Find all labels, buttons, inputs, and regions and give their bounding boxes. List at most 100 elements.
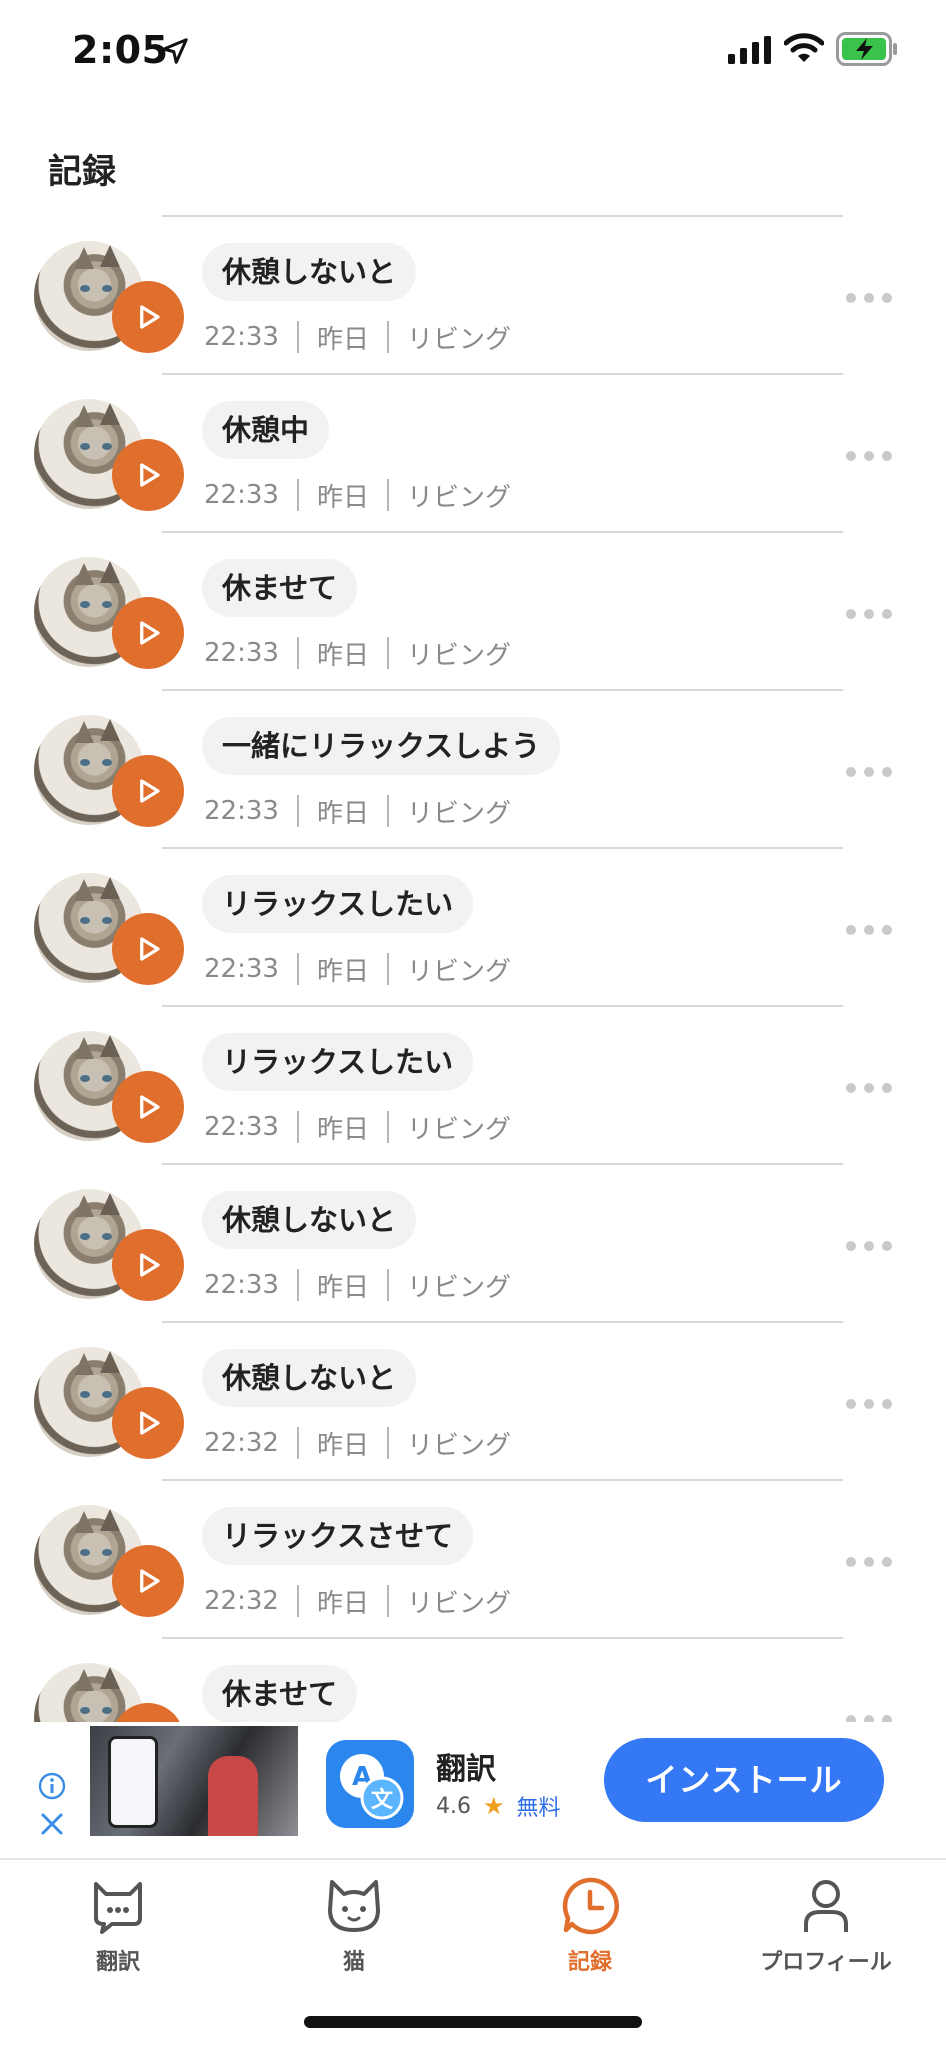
play-icon (140, 1253, 160, 1277)
translate-app-icon[interactable]: A 文 (326, 1740, 414, 1828)
more-options-icon[interactable] (846, 1081, 892, 1095)
record-time: 22:33 (204, 796, 279, 826)
home-indicator[interactable] (304, 2016, 642, 2028)
record-meta: 22:32 昨日 リビング (204, 1425, 511, 1461)
clock-icon (562, 1877, 619, 1935)
ad-close-icon[interactable] (38, 1810, 66, 1838)
play-button[interactable] (112, 439, 184, 511)
row-divider (162, 215, 843, 217)
record-meta: 22:33 昨日 リビング (204, 635, 511, 671)
record-time: 22:33 (204, 480, 279, 510)
record-place: リビング (406, 324, 511, 355)
tab-profile[interactable]: プロフィール (736, 1874, 916, 1984)
ad-image[interactable] (90, 1726, 298, 1836)
star-icon: ★ (483, 1792, 505, 1820)
row-divider (162, 531, 843, 533)
record-day: 昨日 (316, 1430, 369, 1461)
install-button[interactable]: インストール (604, 1738, 884, 1822)
record-time: 22:33 (204, 954, 279, 984)
record-day: 昨日 (316, 1272, 369, 1303)
record-day: 昨日 (316, 482, 369, 513)
play-icon (140, 937, 160, 961)
record-day: 昨日 (316, 798, 369, 829)
record-place: リビング (406, 1114, 511, 1145)
history-list[interactable]: 休憩しないと 22:33 昨日 リビング 休憩中 22:33 昨日 リビング 休… (0, 215, 946, 1795)
play-button[interactable] (112, 281, 184, 353)
history-row: 休憩しないと 22:32 昨日 リビング (0, 1321, 946, 1479)
history-row: 一緒にリラックスしよう 22:33 昨日 リビング (0, 689, 946, 847)
more-options-icon[interactable] (846, 291, 892, 305)
history-row: 休憩しないと 22:33 昨日 リビング (0, 215, 946, 373)
phrase-bubble: 休ませて (202, 1665, 358, 1723)
play-button[interactable] (112, 755, 184, 827)
play-icon (140, 1411, 160, 1435)
record-time: 22:33 (204, 1270, 279, 1300)
record-meta: 22:33 昨日 リビング (204, 1109, 511, 1145)
ad-banner[interactable]: A 文 翻訳 4.6 ★ 無料 インストール (0, 1722, 946, 1838)
person-icon (804, 1880, 848, 1932)
play-button[interactable] (112, 1071, 184, 1143)
phrase-bubble: 休憩しないと (202, 243, 417, 301)
more-options-icon[interactable] (846, 923, 892, 937)
phrase-bubble: 一緒にリラックスしよう (202, 717, 561, 775)
more-options-icon[interactable] (846, 607, 892, 621)
cat-speech-icon (94, 1882, 142, 1934)
cat-face-icon (328, 1880, 380, 1932)
tab-history[interactable]: 記録 (500, 1874, 680, 1984)
tab-translate[interactable]: 翻訳 (28, 1874, 208, 1984)
play-icon (140, 305, 160, 329)
record-time: 22:33 (204, 1112, 279, 1142)
record-place: リビング (406, 640, 511, 671)
location-arrow-icon (162, 38, 188, 64)
phrase-bubble: 休憩中 (202, 401, 330, 459)
ad-rating-value: 4.6 (436, 1793, 471, 1819)
row-divider (162, 1479, 843, 1481)
record-place: リビング (406, 482, 511, 513)
ad-app-name: 翻訳 (436, 1752, 496, 1787)
record-meta: 22:32 昨日 リビング (204, 1583, 511, 1619)
play-button[interactable] (112, 1387, 184, 1459)
more-options-icon[interactable] (846, 1555, 892, 1569)
more-options-icon[interactable] (846, 449, 892, 463)
tab-label: プロフィール (760, 1950, 892, 1975)
tab-cat[interactable]: 猫 (264, 1874, 444, 1984)
phrase-bubble: リラックスしたい (202, 875, 474, 933)
page-title: 記録 (48, 152, 116, 192)
tab-label: 翻訳 (95, 1950, 140, 1975)
record-time: 22:33 (204, 638, 279, 668)
more-options-icon[interactable] (846, 765, 892, 779)
play-button[interactable] (112, 913, 184, 985)
record-place: リビング (406, 956, 511, 987)
phrase-bubble: 休憩しないと (202, 1349, 417, 1407)
phrase-bubble: 休ませて (202, 559, 358, 617)
status-time: 2:05 (72, 28, 169, 72)
play-icon (140, 779, 160, 803)
history-row: リラックスしたい 22:33 昨日 リビング (0, 847, 946, 1005)
row-divider (162, 689, 843, 691)
record-meta: 22:33 昨日 リビング (204, 477, 511, 513)
row-divider (162, 1163, 843, 1165)
record-time: 22:33 (204, 322, 279, 352)
record-day: 昨日 (316, 1114, 369, 1145)
play-button[interactable] (112, 1229, 184, 1301)
record-meta: 22:33 昨日 リビング (204, 1267, 511, 1303)
battery-charging-icon (836, 32, 897, 66)
record-day: 昨日 (316, 956, 369, 987)
row-divider (162, 847, 843, 849)
more-options-icon[interactable] (846, 1239, 892, 1253)
tab-label: 猫 (342, 1950, 365, 1975)
play-button[interactable] (112, 597, 184, 669)
screen: 2:05 記録 休憩しないと 22:33 昨日 リビング 休憩中 22:33 昨… (0, 0, 946, 2048)
record-time: 22:32 (204, 1428, 279, 1458)
wifi-icon (784, 33, 824, 62)
row-divider (162, 1005, 843, 1007)
record-day: 昨日 (316, 1588, 369, 1619)
record-place: リビング (406, 798, 511, 829)
ad-info-icon[interactable] (38, 1772, 66, 1800)
record-meta: 22:33 昨日 リビング (204, 951, 511, 987)
play-button[interactable] (112, 1545, 184, 1617)
play-icon (140, 621, 160, 645)
more-options-icon[interactable] (846, 1397, 892, 1411)
record-place: リビング (406, 1430, 511, 1461)
history-row: リラックスしたい 22:33 昨日 リビング (0, 1005, 946, 1163)
